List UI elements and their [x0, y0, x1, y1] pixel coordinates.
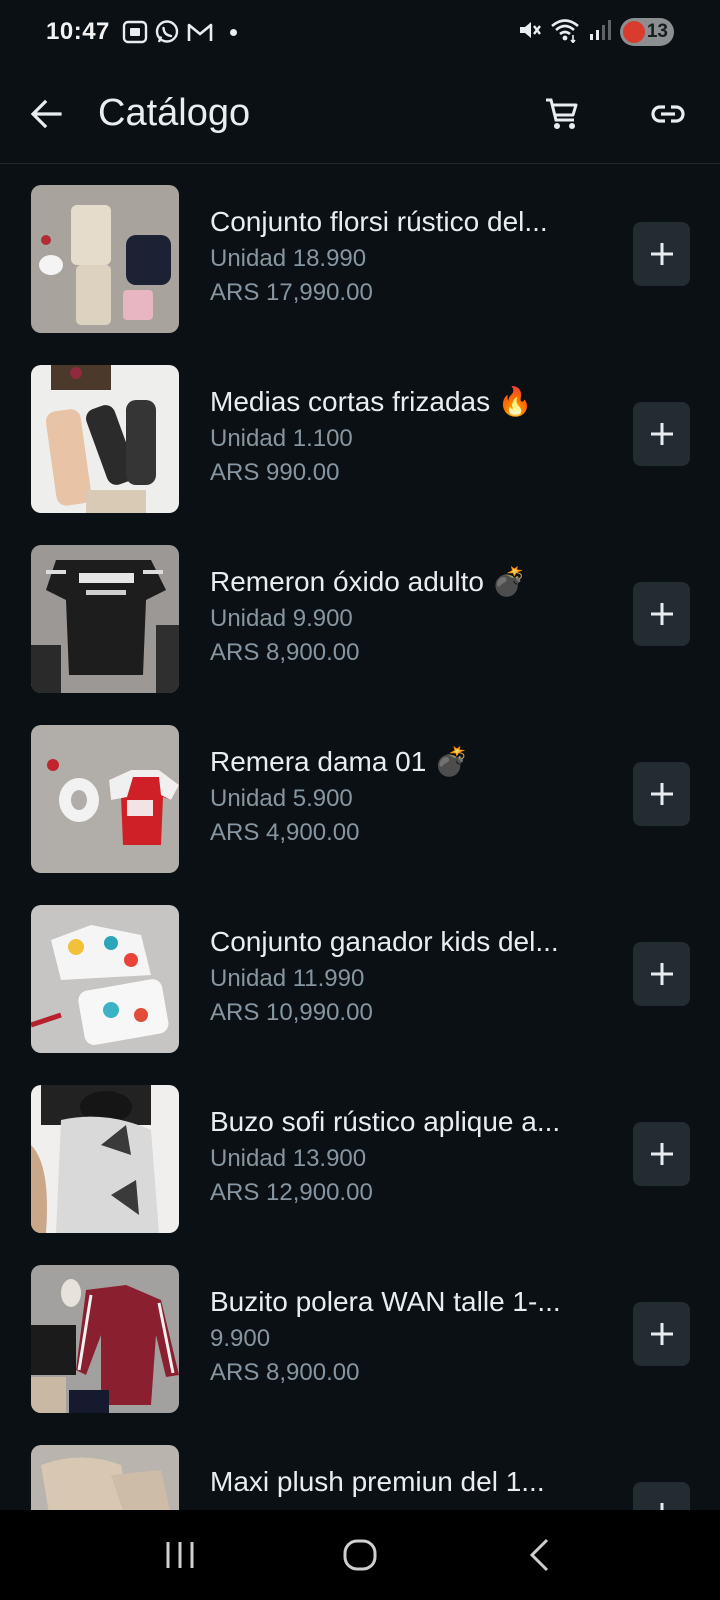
product-unit-price: Unidad 11.990	[210, 965, 365, 992]
mute-icon	[516, 17, 542, 48]
plus-icon	[650, 783, 673, 805]
add-to-cart-button[interactable]	[633, 1302, 690, 1366]
status-time: 10:47	[46, 18, 110, 45]
product-image[interactable]	[31, 725, 179, 873]
screenshot-icon	[122, 20, 148, 44]
battery-icon: 13	[620, 18, 674, 46]
product-name: Buzo sofi rústico aplique a...	[210, 1106, 561, 1137]
product-name: Maxi plush premiun del 1...	[210, 1466, 545, 1497]
product-row[interactable]: Conjunto florsi rústico del... Unidad 18…	[0, 164, 720, 344]
plus-icon	[650, 1323, 673, 1345]
home-icon	[343, 1539, 377, 1571]
product-image[interactable]	[31, 905, 179, 1053]
gmail-icon	[186, 21, 214, 43]
arrow-left-icon	[30, 99, 62, 128]
cart-icon	[546, 98, 578, 129]
product-name: Medias cortas frizadas 🔥	[210, 386, 533, 417]
plus-icon	[660, 1503, 663, 1510]
plus-icon	[650, 423, 673, 445]
product-name: Buzito polera WAN talle 1-...	[210, 1286, 561, 1317]
product-image[interactable]	[31, 1445, 179, 1510]
product-name: Conjunto ganador kids del...	[210, 926, 559, 957]
product-price: ARS 12,900.00	[210, 1179, 373, 1206]
product-name: Remeron óxido adulto 💣	[210, 566, 527, 597]
add-to-cart-button[interactable]	[633, 762, 690, 826]
plus-icon	[650, 243, 673, 265]
plus-icon	[650, 603, 673, 625]
product-price: ARS 8,900.00	[210, 639, 360, 666]
battery-level: 13	[646, 21, 668, 42]
product-row[interactable]: Buzo sofi rústico aplique a... Unidad 13…	[0, 1064, 720, 1244]
product-row[interactable]: Maxi plush premiun del 1...	[0, 1424, 720, 1510]
add-to-cart-button[interactable]	[633, 222, 690, 286]
product-row[interactable]: Remeron óxido adulto 💣 Unidad 9.900 ARS …	[0, 524, 720, 704]
product-unit-price: Unidad 9.900	[210, 605, 353, 632]
add-to-cart-button[interactable]	[633, 1482, 690, 1510]
product-list: Conjunto florsi rústico del... Unidad 18…	[0, 164, 720, 1510]
product-image[interactable]	[31, 185, 179, 333]
link-icon	[651, 104, 685, 123]
recents-icon	[166, 1542, 194, 1568]
product-image[interactable]	[31, 1085, 179, 1233]
wifi-icon	[550, 17, 580, 48]
product-row[interactable]: Conjunto ganador kids del... Unidad 11.9…	[0, 884, 720, 1064]
product-price: ARS 10,990.00	[210, 999, 373, 1026]
product-image[interactable]	[31, 545, 179, 693]
product-unit-price: Unidad 13.900	[210, 1145, 367, 1172]
product-image[interactable]	[31, 365, 179, 513]
app-bar: Catálogo	[0, 64, 720, 164]
add-to-cart-button[interactable]	[633, 942, 690, 1006]
plus-icon	[650, 1143, 673, 1165]
product-price: ARS 17,990.00	[210, 279, 373, 306]
product-price: ARS 8,900.00	[210, 1359, 360, 1386]
product-price: ARS 4,900.00	[210, 819, 360, 846]
product-row[interactable]: Medias cortas frizadas 🔥 Unidad 1.100 AR…	[0, 344, 720, 524]
product-name: Conjunto florsi rústico del...	[210, 206, 548, 237]
page-title: Catálogo	[98, 92, 251, 134]
product-unit-price: Unidad 5.900	[210, 785, 353, 812]
cart-button[interactable]	[532, 84, 592, 144]
product-name: Remera dama 01 💣	[210, 746, 469, 777]
status-bar: 10:47 13	[0, 0, 720, 64]
product-unit-price: Unidad 18.990	[210, 245, 367, 272]
product-unit-price: 9.900	[210, 1325, 271, 1352]
product-price: ARS 990.00	[210, 459, 340, 486]
signal-icon	[588, 18, 612, 47]
product-image[interactable]	[31, 1265, 179, 1413]
notification-dot	[229, 28, 237, 36]
back-button[interactable]	[16, 84, 76, 144]
screen: 10:47 13 Catálogo Conjunto florsi rústic…	[0, 0, 720, 1600]
add-to-cart-button[interactable]	[633, 582, 690, 646]
product-row[interactable]: Remera dama 01 💣 Unidad 5.900 ARS 4,900.…	[0, 704, 720, 884]
home-button[interactable]	[320, 1520, 400, 1590]
navigation-bar	[0, 1510, 720, 1600]
add-to-cart-button[interactable]	[633, 1122, 690, 1186]
product-row[interactable]: Buzito polera WAN talle 1-... 9.900 ARS …	[0, 1244, 720, 1424]
link-button[interactable]	[638, 84, 698, 144]
nav-back-button[interactable]	[500, 1520, 580, 1590]
product-unit-price: Unidad 1.100	[210, 425, 353, 452]
add-to-cart-button[interactable]	[633, 402, 690, 466]
chevron-left-icon	[529, 1538, 549, 1572]
plus-icon	[650, 963, 673, 985]
whatsapp-icon	[154, 19, 180, 45]
recents-button[interactable]	[140, 1520, 220, 1590]
